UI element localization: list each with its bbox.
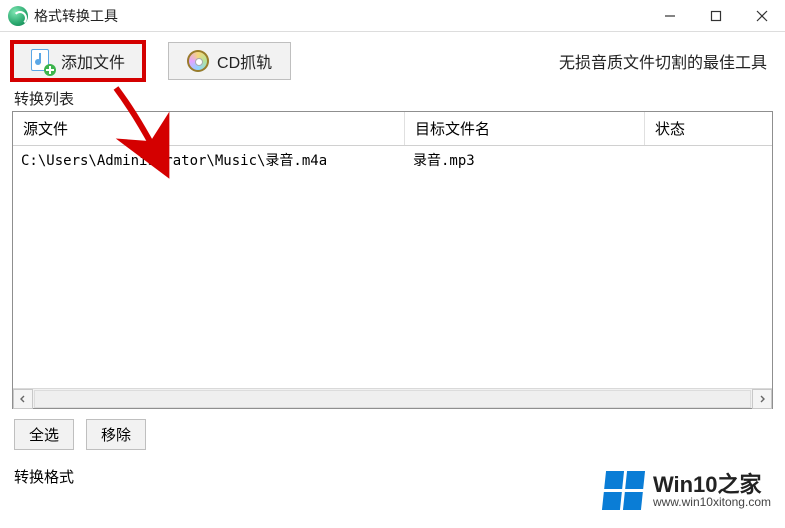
close-button[interactable] <box>739 0 785 32</box>
cd-icon <box>187 50 209 72</box>
cell-status <box>645 146 772 174</box>
remove-button[interactable]: 移除 <box>86 419 146 450</box>
scroll-left-button[interactable] <box>13 389 33 409</box>
cell-target: 录音.mp3 <box>405 146 645 174</box>
minimize-button[interactable] <box>647 0 693 32</box>
column-source[interactable]: 源文件 <box>13 112 405 145</box>
window-title: 格式转换工具 <box>34 6 118 26</box>
tagline-text: 无损音质文件切割的最佳工具 <box>559 49 773 73</box>
cd-rip-label: CD抓轨 <box>217 49 272 73</box>
action-row: 全选 移除 <box>0 409 785 460</box>
scroll-right-button[interactable] <box>752 389 772 409</box>
cd-rip-button[interactable]: CD抓轨 <box>168 42 291 80</box>
add-file-label: 添加文件 <box>61 49 125 73</box>
cell-source: C:\Users\Administrator\Music\录音.m4a <box>13 146 405 174</box>
watermark-url: www.win10xitong.com <box>653 496 771 509</box>
windows-logo-icon <box>602 471 645 510</box>
column-status[interactable]: 状态 <box>645 112 772 145</box>
list-section-label: 转换列表 <box>0 88 785 111</box>
list-header: 源文件 目标文件名 状态 <box>13 112 772 146</box>
conversion-list: 源文件 目标文件名 状态 C:\Users\Administrator\Musi… <box>12 111 773 409</box>
watermark-main: Win10之家 <box>653 473 771 496</box>
column-target[interactable]: 目标文件名 <box>405 112 645 145</box>
watermark: Win10之家 www.win10xitong.com <box>604 471 771 510</box>
select-all-button[interactable]: 全选 <box>14 419 74 450</box>
app-icon <box>8 6 28 26</box>
add-file-button[interactable]: 添加文件 <box>12 42 144 80</box>
add-file-icon <box>31 49 53 73</box>
toolbar: 添加文件 CD抓轨 无损音质文件切割的最佳工具 <box>0 32 785 88</box>
horizontal-scrollbar[interactable] <box>13 388 772 408</box>
maximize-button[interactable] <box>693 0 739 32</box>
scroll-track[interactable] <box>34 390 751 408</box>
list-body[interactable]: C:\Users\Administrator\Music\录音.m4a 录音.m… <box>13 146 772 388</box>
titlebar: 格式转换工具 <box>0 0 785 32</box>
table-row[interactable]: C:\Users\Administrator\Music\录音.m4a 录音.m… <box>13 146 772 174</box>
